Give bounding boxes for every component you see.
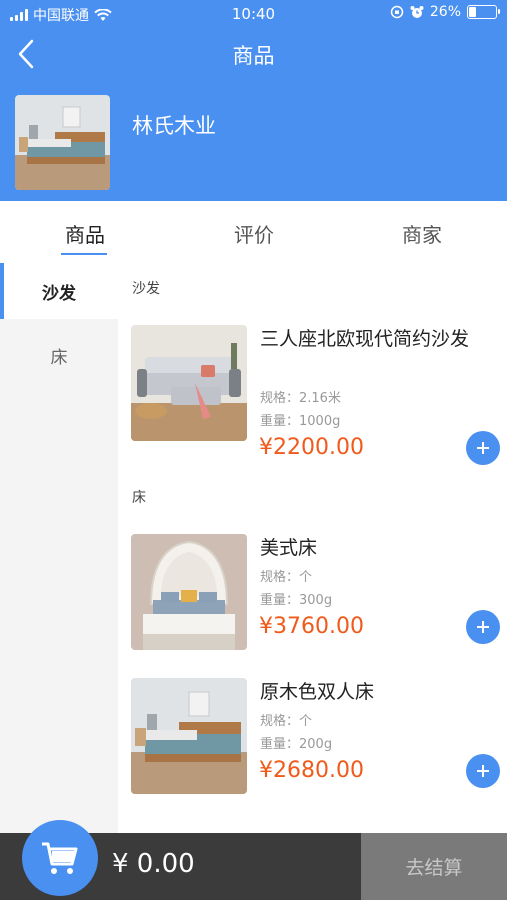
plus-icon <box>477 621 489 633</box>
product-price: ¥2200.00 <box>259 435 364 460</box>
product-image-wood-bed <box>131 678 247 794</box>
tab-products[interactable]: 商品 <box>25 219 145 248</box>
product-image-american-bed <box>131 534 247 650</box>
product-item[interactable]: 原木色双人床 规格：个 重量：200g ¥2680.00 <box>131 678 503 796</box>
cart-button[interactable] <box>22 820 98 896</box>
group-label-sofa: 沙发 <box>132 281 160 297</box>
product-item[interactable]: 三人座北欧现代简约沙发 规格：2.16米 重量：1000g ¥2200.00 <box>131 325 503 465</box>
category-item-sofa[interactable]: 沙发 <box>0 263 118 319</box>
battery-percent: 26% <box>429 4 461 20</box>
cart-total: ¥ 0.00 <box>112 849 195 879</box>
add-to-cart-button[interactable] <box>466 754 500 788</box>
group-label-bed: 床 <box>132 490 146 506</box>
plus-icon <box>477 765 489 777</box>
category-sidebar: 沙发 床 <box>0 263 118 833</box>
add-to-cart-button[interactable] <box>466 431 500 465</box>
product-name: 原木色双人床 <box>260 681 375 703</box>
store-header: 中国联通 10:40 26% 商品 林氏木业 <box>0 0 507 201</box>
active-tab-indicator <box>61 253 107 255</box>
tab-merchant[interactable]: 商家 <box>362 219 482 248</box>
product-price: ¥2680.00 <box>259 758 364 783</box>
product-name: 美式床 <box>260 537 318 559</box>
cart-icon <box>42 842 78 874</box>
checkout-button[interactable]: 去结算 <box>361 833 507 900</box>
status-right: 26% <box>390 4 500 20</box>
category-item-bed[interactable]: 床 <box>0 327 118 383</box>
alarm-icon <box>410 6 424 18</box>
product-spec: 规格：个 <box>260 570 313 585</box>
product-spec: 规格：2.16米 <box>260 391 341 406</box>
battery-icon <box>467 5 500 19</box>
product-image-sofa <box>131 325 247 441</box>
product-weight: 重量：1000g <box>260 414 341 429</box>
product-price: ¥3760.00 <box>259 614 364 639</box>
product-item[interactable]: 美式床 规格：个 重量：300g ¥3760.00 <box>131 534 503 652</box>
plus-icon <box>477 442 489 454</box>
battery-fill <box>469 7 476 17</box>
store-logo-image <box>15 95 110 190</box>
orientation-lock-icon <box>390 5 404 19</box>
product-spec: 规格：个 <box>260 714 313 729</box>
product-list: 沙发 三人座北欧现代简约沙发 规格：2.16米 重量：1000g ¥2200.0… <box>118 263 507 833</box>
store-name: 林氏木业 <box>132 114 216 138</box>
product-name: 三人座北欧现代简约沙发 <box>260 328 470 350</box>
tab-reviews[interactable]: 评价 <box>194 219 314 248</box>
status-bar: 中国联通 10:40 26% <box>0 0 507 28</box>
product-weight: 重量：200g <box>260 737 333 752</box>
page-title: 商品 <box>232 44 275 68</box>
product-weight: 重量：300g <box>260 593 333 608</box>
add-to-cart-button[interactable] <box>466 610 500 644</box>
